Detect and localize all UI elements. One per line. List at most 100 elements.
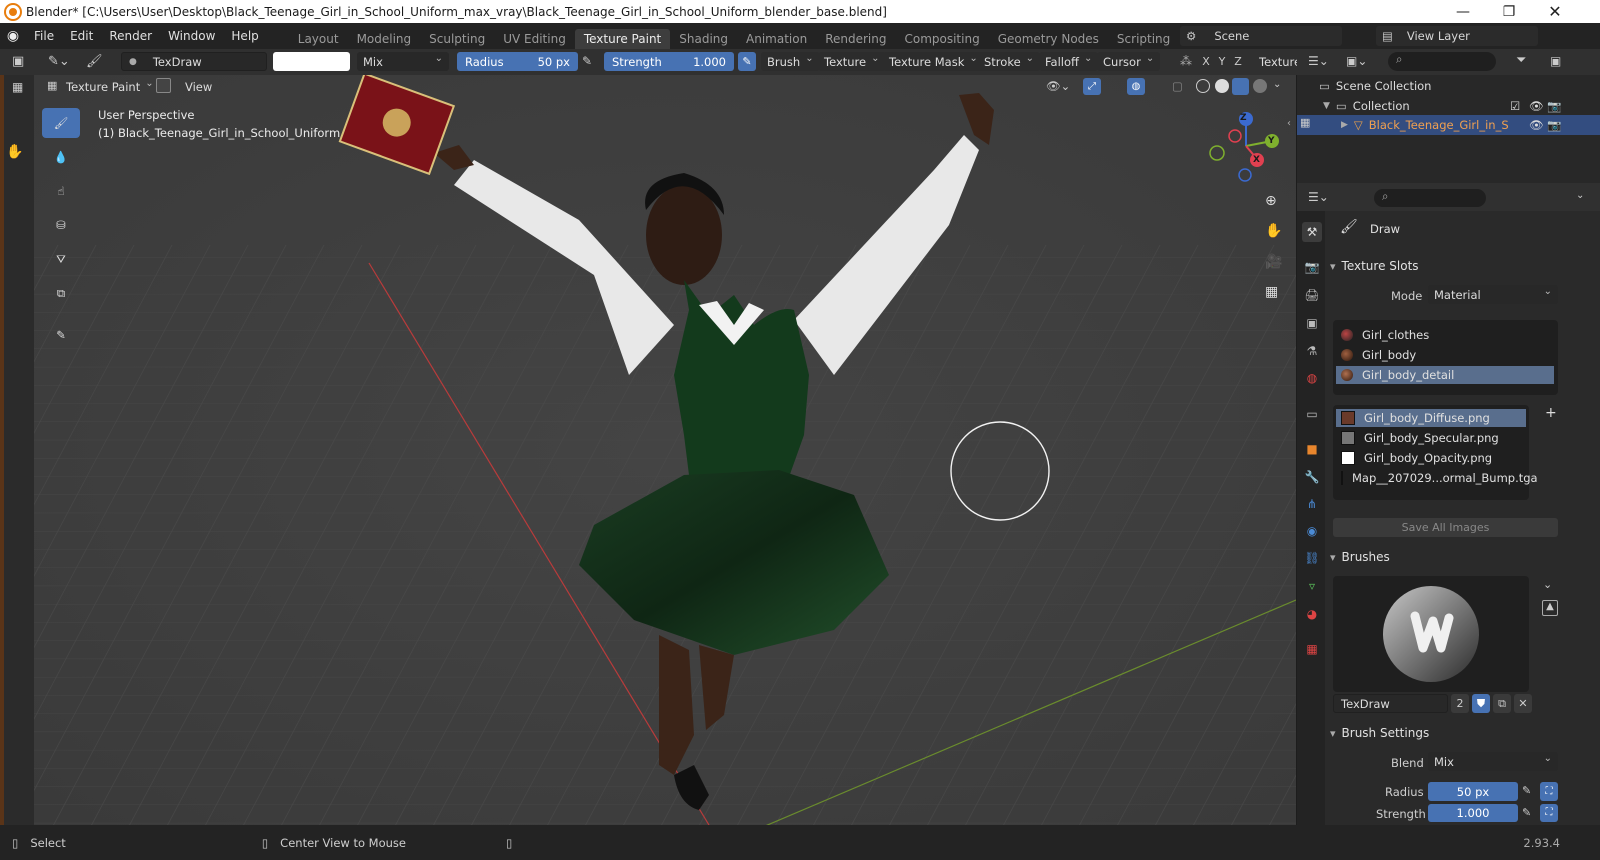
brush-list-toggle-icon[interactable]: ⌄: [1543, 578, 1552, 591]
texture-tab-label[interactable]: Texture: [1259, 55, 1297, 69]
mode-dropdown[interactable]: Texture Paint: [60, 77, 160, 96]
fill-tool[interactable]: ⛛: [42, 244, 80, 274]
falloff-menu[interactable]: Falloff: [1039, 52, 1099, 71]
scene-tab-icon[interactable]: ⚗: [1302, 341, 1322, 361]
image-editor-icon[interactable]: ▦: [12, 80, 23, 94]
zoom-icon[interactable]: ⊕: [1265, 193, 1277, 209]
tab-scripting[interactable]: Scripting: [1108, 29, 1179, 49]
tab-geometry-nodes[interactable]: Geometry Nodes: [989, 29, 1108, 49]
scene-selector[interactable]: ⚙ Scene: [1180, 26, 1342, 46]
world-tab-icon[interactable]: ◍: [1302, 368, 1322, 388]
tab-uv-editing[interactable]: UV Editing: [494, 29, 575, 49]
xray-icon[interactable]: ▢: [1172, 79, 1183, 93]
radius-unit-icon[interactable]: ⛶: [1540, 782, 1558, 801]
soften-tool[interactable]: 💧: [42, 142, 80, 172]
texture-slots-header[interactable]: Texture Slots: [1330, 255, 1598, 277]
material-slot-girl-body[interactable]: Girl_body: [1336, 346, 1554, 364]
brush-preview[interactable]: [1333, 576, 1529, 692]
tab-shading[interactable]: Shading: [670, 29, 737, 49]
wireframe-shading-icon[interactable]: [1196, 79, 1210, 93]
texture-mask-menu[interactable]: Texture Mask: [883, 52, 984, 71]
new-collection-icon[interactable]: ▣: [1550, 54, 1561, 68]
tool-tab-icon[interactable]: ⚒: [1302, 222, 1322, 242]
properties-search-input[interactable]: ⌕: [1374, 189, 1486, 207]
axis-z-toggle[interactable]: Z: [1231, 52, 1245, 71]
menu-file[interactable]: File: [26, 29, 62, 43]
clone-tool[interactable]: ⛁: [42, 210, 80, 240]
constraints-tab-icon[interactable]: ⛓: [1302, 548, 1322, 568]
gizmo-toggle-icon[interactable]: ⤢: [1083, 78, 1101, 95]
menu-edit[interactable]: Edit: [62, 29, 101, 43]
image-slot-diffuse[interactable]: Girl_body_Diffuse.png: [1336, 409, 1526, 427]
brush-tool-icon[interactable]: ✎⌄: [48, 54, 70, 69]
material-shading-icon[interactable]: [1232, 78, 1249, 95]
visibility-icon[interactable]: 👁⌄: [1046, 79, 1070, 93]
material-tab-icon[interactable]: ◕: [1302, 604, 1322, 624]
object-camera-icon[interactable]: 📷: [1547, 118, 1561, 132]
axis-x-toggle[interactable]: X: [1199, 52, 1213, 71]
duplicate-brush-icon[interactable]: ⧉: [1493, 694, 1511, 713]
outliner-editor-icon[interactable]: ☰⌄: [1308, 54, 1329, 68]
brush-menu[interactable]: Brush: [761, 52, 820, 71]
ortho-grid-icon[interactable]: ▦: [1265, 284, 1278, 300]
physics-tab-icon[interactable]: ◉: [1302, 521, 1322, 541]
draw-tool[interactable]: 🖌: [42, 108, 80, 138]
radius-pressure-icon[interactable]: ✎: [582, 54, 592, 68]
brush-blend-dropdown[interactable]: Mix: [1428, 752, 1558, 771]
paint-brush-icon[interactable]: 🖌: [86, 54, 103, 69]
output-tab-icon[interactable]: 🖨: [1302, 285, 1322, 305]
radius-pressure-toggle-icon[interactable]: ✎: [1522, 784, 1531, 797]
brush-name-field[interactable]: ● TexDraw: [121, 52, 267, 71]
object-eye-icon[interactable]: 👁: [1529, 118, 1544, 132]
pan-icon[interactable]: ✋: [6, 144, 23, 160]
texture-mode-dropdown[interactable]: Material: [1428, 285, 1558, 304]
render-tab-icon[interactable]: 📷: [1302, 257, 1322, 277]
overlay-toggle-icon[interactable]: ◍: [1127, 78, 1145, 95]
blend-mode-dropdown[interactable]: Mix: [357, 52, 449, 71]
symmetry-icon[interactable]: ⁂: [1180, 54, 1192, 68]
color-swatch[interactable]: [273, 52, 350, 71]
brush-radius-slider[interactable]: 50 px: [1428, 782, 1518, 801]
view-toggle-icon[interactable]: [156, 78, 171, 93]
properties-editor-icon[interactable]: ☰⌄: [1308, 190, 1329, 204]
view-layer-tab-icon[interactable]: ▣: [1302, 313, 1322, 333]
unlink-brush-icon[interactable]: ✕: [1514, 694, 1532, 713]
outliner-search-input[interactable]: ⌕: [1388, 52, 1496, 71]
save-all-images-button[interactable]: Save All Images: [1333, 518, 1558, 537]
view-menu[interactable]: View: [185, 80, 212, 94]
strength-pressure-toggle-icon[interactable]: ✎: [1522, 806, 1531, 819]
close-icon[interactable]: ✕: [1532, 0, 1578, 23]
tab-layout[interactable]: Layout: [289, 29, 348, 49]
strength-unit-icon[interactable]: ⛶: [1540, 804, 1558, 822]
collection-eye-icon[interactable]: 👁: [1529, 99, 1544, 113]
blender-menu-icon[interactable]: ◉: [0, 28, 26, 44]
strength-slider[interactable]: Strength 1.000: [604, 52, 734, 71]
collection-checkbox-icon[interactable]: ☑: [1510, 99, 1520, 113]
filter-icon[interactable]: ⏷: [1516, 53, 1526, 68]
menu-window[interactable]: Window: [160, 29, 223, 43]
tab-compositing[interactable]: Compositing: [895, 29, 988, 49]
collection-tab-icon[interactable]: ▭: [1302, 404, 1322, 424]
rendered-shading-icon[interactable]: [1253, 79, 1267, 93]
radius-slider[interactable]: Radius 50 px: [457, 52, 578, 71]
brushes-header[interactable]: Brushes: [1330, 546, 1598, 568]
object-tab-icon[interactable]: ■: [1302, 439, 1322, 459]
tab-animation[interactable]: Animation: [737, 29, 816, 49]
tab-sculpting[interactable]: Sculpting: [420, 29, 494, 49]
texture-menu[interactable]: Texture: [818, 52, 886, 71]
menu-render[interactable]: Render: [101, 29, 160, 43]
brush-datablock-name[interactable]: TexDraw: [1333, 694, 1448, 713]
minimize-icon[interactable]: —: [1440, 0, 1486, 23]
cursor-menu[interactable]: Cursor: [1097, 52, 1161, 71]
view-layer-selector[interactable]: ▤ View Layer: [1376, 26, 1538, 46]
material-slot-girl-body-detail[interactable]: Girl_body_detail: [1336, 366, 1554, 384]
modifier-tab-icon[interactable]: 🔧: [1302, 467, 1322, 487]
camera-icon[interactable]: 🎥: [1265, 254, 1282, 270]
axis-y-toggle[interactable]: Y: [1215, 52, 1229, 71]
hand-pan-icon[interactable]: ✋: [1265, 223, 1282, 239]
texture-tab-icon[interactable]: ▦: [1302, 639, 1322, 659]
shading-options-icon[interactable]: ⌄: [1273, 79, 1281, 90]
image-slot-specular[interactable]: Girl_body_Specular.png: [1336, 429, 1526, 447]
brush-strength-slider[interactable]: 1.000: [1428, 804, 1518, 822]
strength-pressure-icon[interactable]: ✎: [738, 52, 756, 71]
